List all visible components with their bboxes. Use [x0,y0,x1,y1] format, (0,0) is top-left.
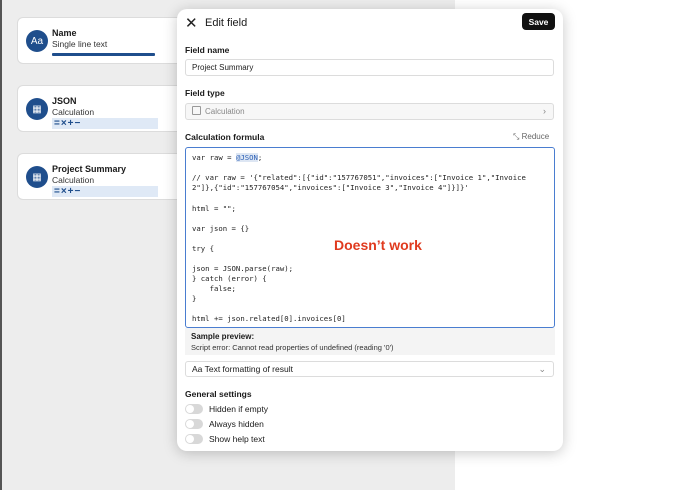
field-card-project-summary[interactable]: ▦ Project Summary Calculation =×+− [17,153,192,200]
code-line: } catch (error) { [192,274,267,283]
field-name-value: Project Summary [192,63,254,72]
field-type-label: Field type [185,88,225,98]
calculation-icon: ▦ [26,98,48,120]
collapse-icon: ⤡ [513,132,522,141]
calculation-icon: ▦ [26,166,48,188]
field-name: Project Summary [52,164,127,174]
field-name-label: Field name [185,45,230,55]
field-type: Calculation [52,107,95,117]
toggle-label: Hidden if empty [209,403,269,414]
field-card-json[interactable]: ▦ JSON Calculation =×+− [17,85,192,132]
formula-label: Calculation formula [185,132,265,142]
code-line: try { [192,244,214,253]
toggle-label: Show help text [209,433,265,444]
code-line: html = ""; [192,204,236,213]
panel-title: Edit field [205,17,248,29]
calc-badge: =×+− [52,186,158,197]
field-name: Name [52,28,77,38]
code-line: // var raw = '{"related":[{"id":"1577670… [192,173,526,182]
toggle-label: Always hidden [209,418,264,429]
code-line: var json = {} [192,224,250,233]
code-line: var raw = @JSON; [192,153,263,162]
field-card-name[interactable]: Aa Name Single line text [17,17,192,64]
toggle-always-hidden[interactable]: Always hidden [185,418,264,429]
toggle-switch[interactable] [185,403,203,414]
field-type-select[interactable]: Calculation › [185,103,554,120]
field-preview-bar [52,53,155,56]
text-field-icon: Aa [26,30,48,52]
general-settings-label: General settings [185,389,252,399]
reduce-button[interactable]: ⤡ Reduce [513,132,549,142]
toggle-switch[interactable] [185,433,203,444]
calculation-icon [192,106,201,115]
formula-editor[interactable]: var raw = @JSON; // var raw = '{"related… [185,147,555,328]
toggle-hidden-if-empty[interactable]: Hidden if empty [185,403,268,414]
preview-error: Script error: Cannot read properties of … [191,343,394,352]
chevron-down-icon: ⌄ [538,364,546,374]
save-button[interactable]: Save [522,13,555,30]
json-token: @JSON [235,153,258,162]
close-icon[interactable]: ✕ [185,14,198,32]
toggle-switch[interactable] [185,418,203,429]
code-line: false; [192,284,236,293]
text-formatting-select[interactable]: Aa Text formatting of result ⌄ [185,361,554,377]
chevron-right-icon: › [543,106,546,116]
code-line: json = JSON.parse(raw); [192,264,294,273]
field-type: Single line text [52,39,108,49]
edit-field-panel: ✕ Edit field Save Field name Project Sum… [177,9,563,451]
doesnt-work-annotation: Doesn’t work [334,237,422,253]
code-line: 2"]},{"id":"157767054","invoices":["Invo… [192,183,469,192]
field-type: Calculation [52,175,95,185]
field-type-value: Calculation [205,107,245,116]
code-line: } [192,294,197,303]
code-line: html += json.related[0].invoices[0] [192,314,346,323]
field-name: JSON [52,96,77,106]
text-formatting-label: Aa Text formatting of result [192,364,293,374]
sample-preview: Sample preview: Script error: Cannot rea… [185,328,555,355]
toggle-show-help-text[interactable]: Show help text [185,433,265,444]
calc-badge: =×+− [52,118,158,129]
field-name-input[interactable]: Project Summary [185,59,554,76]
reduce-label: Reduce [521,132,550,141]
preview-title: Sample preview: [191,332,255,341]
